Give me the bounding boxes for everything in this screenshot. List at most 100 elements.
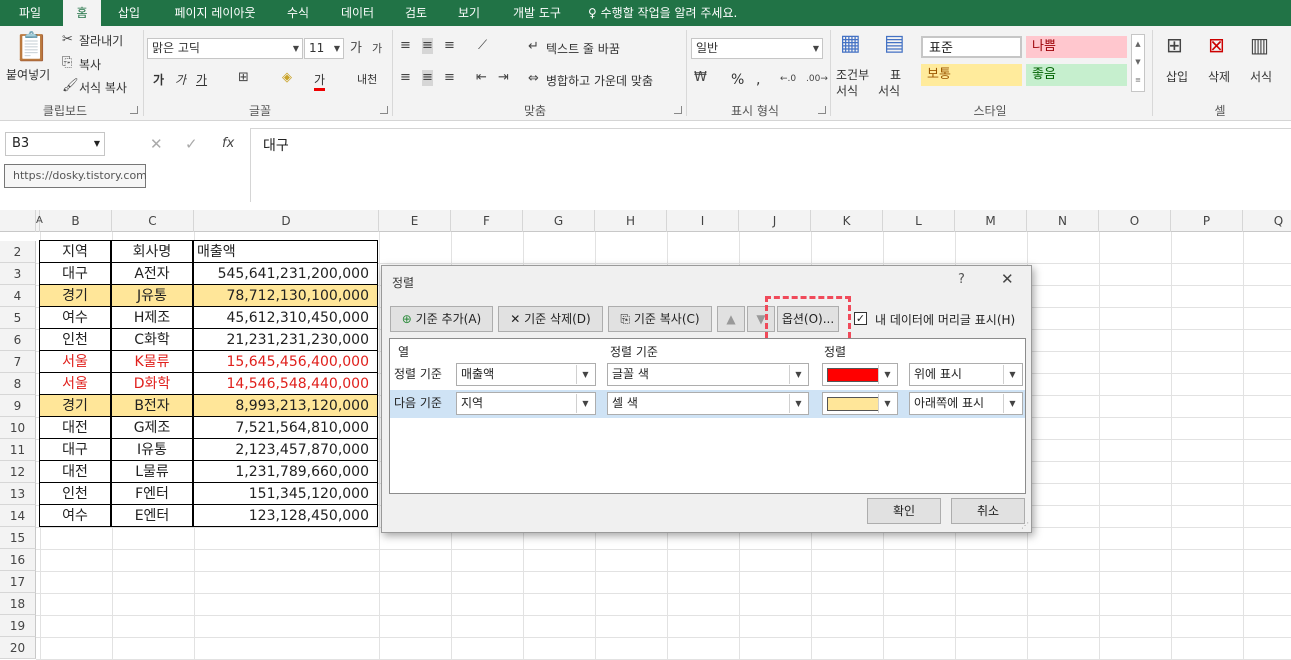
comma-button[interactable]: ,: [756, 72, 760, 88]
merge-center-button[interactable]: 병합하고 가운데 맞춤: [546, 72, 653, 89]
table-cell[interactable]: 45,612,310,450,000: [193, 306, 378, 329]
column-header-m[interactable]: M: [955, 210, 1027, 232]
table-cell[interactable]: F엔터: [111, 482, 193, 505]
row-header[interactable]: 20: [0, 637, 36, 659]
font-launcher-icon[interactable]: [380, 106, 388, 114]
table-cell[interactable]: 14,546,548,440,000: [193, 372, 378, 395]
column-header-g[interactable]: G: [523, 210, 595, 232]
position-select[interactable]: 위에 표시 ▼: [909, 363, 1023, 386]
insert-cells-button[interactable]: 삽입: [1166, 68, 1188, 85]
insert-cells-icon[interactable]: ⊞: [1166, 34, 1183, 56]
cancel-icon[interactable]: ✕: [150, 135, 163, 153]
insert-function-button[interactable]: fx: [222, 136, 234, 151]
column-header-e[interactable]: E: [379, 210, 451, 232]
tab-insert[interactable]: 삽입: [106, 0, 152, 26]
font-name-combo[interactable]: 맑은 고딕 ▼: [147, 38, 303, 59]
close-button[interactable]: ✕: [1001, 270, 1014, 288]
format-painter-icon[interactable]: 🖌: [62, 78, 79, 94]
tab-home[interactable]: 홈: [63, 0, 101, 26]
row-header[interactable]: 11: [0, 439, 36, 461]
column-header-c[interactable]: C: [112, 210, 194, 232]
clipboard-launcher-icon[interactable]: [130, 106, 138, 114]
format-cells-icon[interactable]: ▥: [1250, 34, 1269, 56]
increase-font-icon[interactable]: 가: [350, 41, 362, 57]
table-cell[interactable]: 서울: [39, 350, 111, 373]
column-header-p[interactable]: P: [1171, 210, 1243, 232]
select-all-corner[interactable]: [0, 210, 36, 232]
column-header-b[interactable]: B: [40, 210, 112, 232]
percent-button[interactable]: %: [731, 72, 744, 88]
table-cell[interactable]: A전자: [111, 262, 193, 285]
fill-color-icon[interactable]: ◈: [282, 70, 292, 86]
copy-icon[interactable]: ⎘: [62, 55, 72, 71]
table-cell[interactable]: 123,128,450,000: [193, 504, 378, 527]
cut-icon[interactable]: ✂: [62, 32, 73, 48]
row-header[interactable]: 12: [0, 461, 36, 483]
row-header[interactable]: 2: [0, 241, 36, 263]
delete-cells-icon[interactable]: ⊠: [1208, 34, 1225, 56]
tell-me-box[interactable]: ♀ 수행할 작업을 알려 주세요.: [588, 0, 768, 26]
number-format-combo[interactable]: 일반 ▼: [691, 38, 823, 59]
italic-button[interactable]: 가: [175, 71, 186, 88]
table-cell[interactable]: 대구: [39, 438, 111, 461]
table-cell[interactable]: H제조: [111, 306, 193, 329]
column-header-q[interactable]: Q: [1243, 210, 1291, 232]
column-header-i[interactable]: I: [667, 210, 739, 232]
table-cell[interactable]: 인천: [39, 328, 111, 351]
cut-button[interactable]: 잘라내기: [79, 32, 123, 49]
row-header[interactable]: 5: [0, 307, 36, 329]
alignment-launcher-icon[interactable]: [674, 106, 682, 114]
row-header[interactable]: 14: [0, 505, 36, 527]
column-select[interactable]: 매출액 ▼: [456, 363, 596, 386]
row-header[interactable]: 13: [0, 483, 36, 505]
decrease-font-icon[interactable]: 가: [372, 41, 382, 57]
color-select[interactable]: ▼: [822, 392, 898, 415]
paste-button[interactable]: 붙여넣기: [6, 66, 50, 83]
align-bottom-icon[interactable]: ≡: [444, 38, 455, 54]
column-header-d[interactable]: D: [194, 210, 379, 232]
format-as-table-button[interactable]: 표: [890, 66, 901, 83]
tab-review[interactable]: 검토: [395, 0, 437, 26]
column-header-j[interactable]: J: [739, 210, 811, 232]
border-icon[interactable]: ⊞: [238, 70, 249, 86]
style-normal[interactable]: 표준: [921, 36, 1022, 58]
table-cell[interactable]: 545,641,231,200,000: [193, 262, 378, 285]
row-header[interactable]: 15: [0, 527, 36, 549]
row-header[interactable]: 6: [0, 329, 36, 351]
column-select[interactable]: 지역 ▼: [456, 392, 596, 415]
help-button[interactable]: ?: [958, 272, 965, 287]
sort-level-row[interactable]: 다음 기준 지역 ▼ 셀 색 ▼ ▼ 아래쪽에 표시 ▼: [390, 390, 1025, 418]
table-cell[interactable]: E엔터: [111, 504, 193, 527]
table-cell[interactable]: 8,993,213,120,000: [193, 394, 378, 417]
tab-developer[interactable]: 개발 도구: [500, 0, 574, 26]
underline-button[interactable]: 가: [196, 71, 207, 88]
table-cell[interactable]: 21,231,231,230,000: [193, 328, 378, 351]
copy-level-button[interactable]: ⎘ 기준 복사(C): [608, 306, 712, 332]
phonetic-button[interactable]: 내천: [357, 71, 377, 87]
tab-formulas[interactable]: 수식: [277, 0, 319, 26]
table-cell[interactable]: 151,345,120,000: [193, 482, 378, 505]
table-cell[interactable]: 대전: [39, 416, 111, 439]
wrap-text-button[interactable]: 텍스트 줄 바꿈: [546, 40, 620, 57]
tab-data[interactable]: 데이터: [330, 0, 385, 26]
bold-button[interactable]: 가: [153, 71, 164, 88]
table-cell[interactable]: 대구: [39, 262, 111, 285]
table-cell[interactable]: L물류: [111, 460, 193, 483]
font-color-button[interactable]: 가: [314, 71, 326, 91]
align-right-icon[interactable]: ≡: [444, 70, 455, 86]
table-cell[interactable]: 인천: [39, 482, 111, 505]
row-header[interactable]: 3: [0, 263, 36, 285]
table-cell[interactable]: 서울: [39, 372, 111, 395]
table-cell[interactable]: D화학: [111, 372, 193, 395]
add-level-button[interactable]: ⊕ 기준 추가(A): [390, 306, 493, 332]
table-cell[interactable]: 7,521,564,810,000: [193, 416, 378, 439]
sort-on-select[interactable]: 글꼴 색 ▼: [607, 363, 809, 386]
table-cell[interactable]: J유통: [111, 284, 193, 307]
table-cell[interactable]: 여수: [39, 306, 111, 329]
tab-page-layout[interactable]: 페이지 레이아웃: [160, 0, 270, 26]
table-header-cell[interactable]: 회사명: [111, 240, 193, 263]
align-center-icon[interactable]: ≡: [422, 70, 433, 86]
cancel-button[interactable]: 취소: [951, 498, 1025, 524]
move-up-button[interactable]: ▲: [717, 306, 745, 332]
row-header[interactable]: 18: [0, 593, 36, 615]
